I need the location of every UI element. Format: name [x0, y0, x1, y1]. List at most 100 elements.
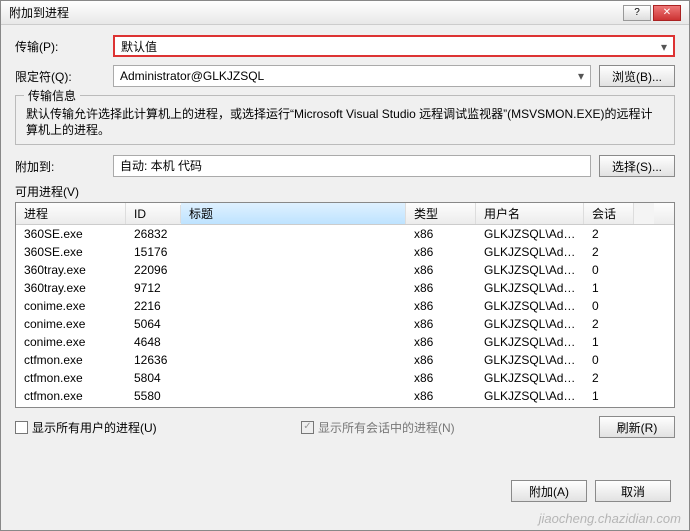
table-row[interactable]: conime.exe2216x86GLKJZSQL\Adminis...0: [16, 297, 674, 315]
col-session[interactable]: 会话: [584, 203, 634, 224]
cell-id: 15176: [126, 244, 181, 260]
attach-value-box: 自动: 本机 代码: [113, 155, 591, 177]
help-button[interactable]: ?: [623, 5, 651, 21]
cell-id: 12636: [126, 352, 181, 368]
cell-proc: 360tray.exe: [16, 262, 126, 278]
qualifier-combo[interactable]: Administrator@GLKJZSQL: [113, 65, 591, 87]
cell-proc: conime.exe: [16, 334, 126, 350]
cell-proc: 360SE.exe: [16, 226, 126, 242]
col-type[interactable]: 类型: [406, 203, 476, 224]
dialog-window: 附加到进程 ? ✕ 传输(P): 默认值 限定符(Q): Administrat…: [0, 0, 690, 531]
cell-proc: ctfmon.exe: [16, 388, 126, 404]
close-button[interactable]: ✕: [653, 5, 681, 21]
cell-title: [181, 233, 406, 235]
cell-user: GLKJZSQL\Adminis...: [476, 370, 584, 386]
col-id[interactable]: ID: [126, 205, 181, 223]
cell-type: x86: [406, 334, 476, 350]
cell-id: 4892: [126, 406, 181, 407]
checkbox-icon: [15, 421, 28, 434]
cell-title: [181, 269, 406, 271]
transport-info-group: 传输信息 默认传输允许选择此计算机上的进程，或选择运行“Microsoft Vi…: [15, 95, 675, 145]
table-row[interactable]: conime.exe4648 x86GLKJZSQL\Adminis...1: [16, 333, 674, 351]
cell-session: 2: [584, 244, 634, 260]
transport-info-title: 传输信息: [24, 87, 80, 104]
cell-session: 2: [584, 316, 634, 332]
cell-session: 0: [584, 406, 634, 407]
cancel-button[interactable]: 取消: [595, 480, 671, 502]
cell-id: 26832: [126, 226, 181, 242]
table-row[interactable]: 360tray.exe9712x86GLKJZSQL\Adminis...1: [16, 279, 674, 297]
cell-user: GLKJZSQL\Adminis...: [476, 388, 584, 404]
cell-user: GLKJZSQL\Adminis...: [476, 406, 584, 407]
attach-value: 自动: 本机 代码: [120, 159, 202, 173]
attach-button[interactable]: 附加(A): [511, 480, 587, 502]
cell-user: GLKJZSQL\Adminis...: [476, 334, 584, 350]
cell-title: [181, 305, 406, 307]
cell-user: GLKJZSQL\Adminis...: [476, 298, 584, 314]
table-row[interactable]: ctfmon.exe5580 x86GLKJZSQL\Adminis... 1: [16, 387, 674, 405]
cell-session: 1: [584, 280, 634, 296]
cell-id: 5580: [126, 388, 181, 404]
cell-session: 0: [584, 352, 634, 368]
col-title[interactable]: 标题: [181, 203, 406, 224]
table-header: 进程 ID 标题 类型 用户名 会话: [16, 203, 674, 225]
transport-info-text: 默认传输允许选择此计算机上的进程，或选择运行“Microsoft Visual …: [26, 106, 664, 138]
col-scroll-spacer: [634, 203, 654, 224]
titlebar: 附加到进程 ? ✕: [1, 1, 689, 25]
cell-title: [181, 251, 406, 253]
cell-type: x86: [406, 316, 476, 332]
show-all-sessions-label: 显示所有会话中的进程(N): [318, 419, 455, 436]
cell-type: x86: [406, 244, 476, 260]
cell-user: GLKJZSQL\Adminis...: [476, 262, 584, 278]
cell-type: x86: [406, 226, 476, 242]
cell-type: x86: [406, 262, 476, 278]
cell-id: 2216: [126, 298, 181, 314]
table-row[interactable]: ctfmon.exe12636x86GLKJZSQL\Adminis...0: [16, 351, 674, 369]
cell-id: 5804: [126, 370, 181, 386]
cell-proc: conime.exe: [16, 298, 126, 314]
cell-proc: conime.exe: [16, 316, 126, 332]
cell-id: 22096: [126, 262, 181, 278]
cell-title: [181, 323, 406, 325]
cell-title: [181, 287, 406, 289]
cell-type: x86: [406, 406, 476, 407]
show-all-sessions-checkbox[interactable]: ✓ 显示所有会话中的进程(N): [301, 419, 455, 436]
watermark-text: jiaocheng.chazidian.com: [539, 511, 681, 526]
transport-value: 默认值: [121, 40, 157, 54]
table-row[interactable]: 360tray.exe22096x86GLKJZSQL\Adminis...0: [16, 261, 674, 279]
cell-proc: 360tray.exe: [16, 280, 126, 296]
refresh-button[interactable]: 刷新(R): [599, 416, 675, 438]
table-row[interactable]: 360SE.exe26832x86GLKJZSQL\Adminis...2: [16, 225, 674, 243]
cell-user: GLKJZSQL\Adminis...: [476, 316, 584, 332]
cell-type: x86: [406, 370, 476, 386]
select-button[interactable]: 选择(S)...: [599, 155, 675, 177]
qualifier-value: Administrator@GLKJZSQL: [120, 69, 264, 83]
transport-combo[interactable]: 默认值: [113, 35, 675, 57]
cell-session: 1: [584, 334, 634, 350]
col-process[interactable]: 进程: [16, 203, 126, 224]
cell-proc: ctfmon.exe: [16, 352, 126, 368]
table-row[interactable]: explorer.exe4892x86GLKJZSQL\Adminis...0: [16, 405, 674, 407]
cell-title: [181, 341, 406, 343]
table-row[interactable]: conime.exe5064 x86GLKJZSQL\Adminis...2: [16, 315, 674, 333]
cell-user: GLKJZSQL\Adminis...: [476, 352, 584, 368]
cell-title: [181, 359, 406, 361]
col-user[interactable]: 用户名: [476, 203, 584, 224]
cell-session: 2: [584, 370, 634, 386]
cell-session: 1: [584, 388, 634, 404]
cell-title: [181, 395, 406, 397]
cell-id: 4648: [126, 334, 181, 350]
table-row[interactable]: 360SE.exe15176x86GLKJZSQL\Adminis...2: [16, 243, 674, 261]
show-all-users-checkbox[interactable]: 显示所有用户的进程(U): [15, 419, 157, 436]
cell-session: 0: [584, 298, 634, 314]
window-buttons: ? ✕: [623, 5, 681, 21]
cell-id: 5064: [126, 316, 181, 332]
show-all-users-label: 显示所有用户的进程(U): [32, 419, 157, 436]
browse-button[interactable]: 浏览(B)...: [599, 65, 675, 87]
table-body[interactable]: 360SE.exe26832x86GLKJZSQL\Adminis...2360…: [16, 225, 674, 407]
cell-type: x86: [406, 388, 476, 404]
cell-user: GLKJZSQL\Adminis...: [476, 226, 584, 242]
cell-proc: ctfmon.exe: [16, 370, 126, 386]
table-row[interactable]: ctfmon.exe5804 x86GLKJZSQL\Adminis...2: [16, 369, 674, 387]
available-processes-label: 可用进程(V): [15, 183, 675, 200]
